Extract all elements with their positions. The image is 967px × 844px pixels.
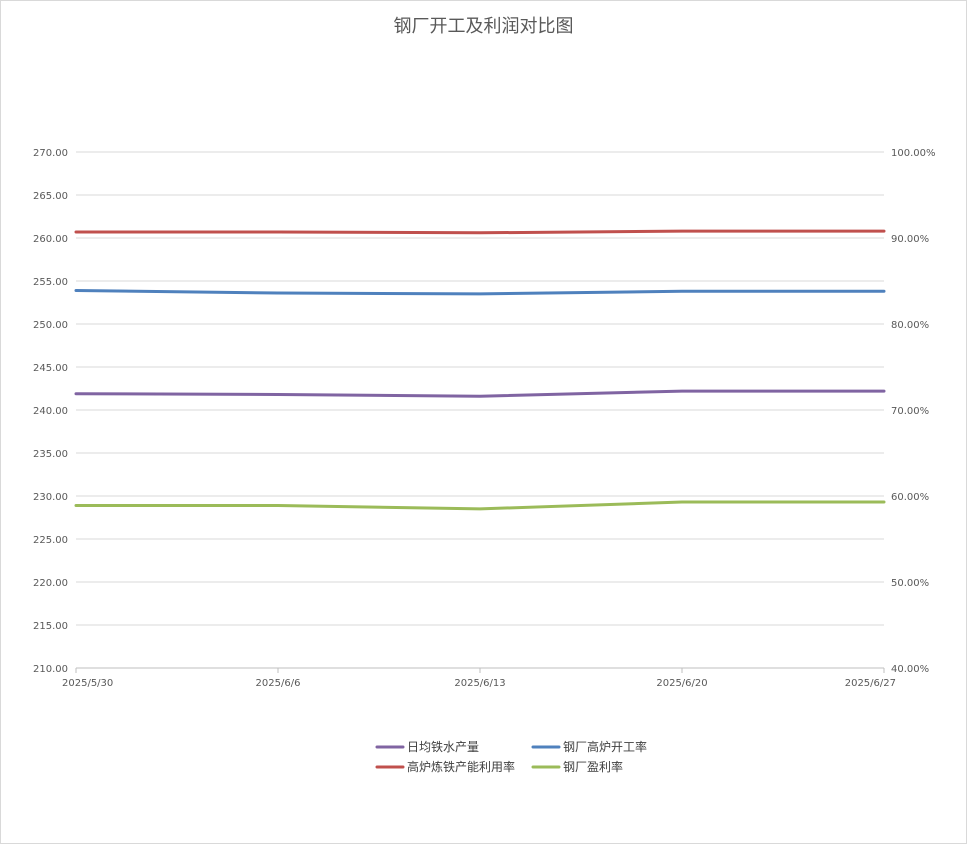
x-tick-label: 2025/6/20 [656,678,707,689]
axes: 210.00 215.00 220.00 225.00 230.00 235.00 240.… [33,148,936,689]
y-left-tick-label: 210.00 [33,664,68,675]
chart-svg: 210.00 215.00 220.00 225.00 230.00 235.00 240.… [33,148,936,774]
legend-label-0: 日均铁水产量 [407,740,479,754]
y-left-tick-label: 235.00 [33,449,68,460]
y-left-tick-label: 230.00 [33,492,68,503]
x-tick-label: 2025/6/6 [256,678,301,689]
y-left-tick-label: 265.00 [33,191,68,202]
series-line-1 [74,289,886,296]
y-left-tick-label: 270.00 [33,148,68,159]
y-right-tick-label: 90.00% [891,234,929,245]
gridlines [76,151,884,669]
y-right-tick-label: 80.00% [891,320,929,331]
y-right-tick-label: 50.00% [891,578,929,589]
y-left-tick-label: 240.00 [33,406,68,417]
y-right-tick-label: 100.00% [891,148,936,159]
series-line-2 [74,229,886,235]
y-left-tick-label: 250.00 [33,320,68,331]
legend-label-1: 钢厂高炉开工率 [563,739,647,754]
legend-label-2: 高炉炼铁产能利用率 [407,759,515,774]
x-tick-label: 2025/6/13 [454,678,505,689]
series-lines [74,229,886,511]
legend-label-3: 钢厂盈利率 [563,759,623,774]
y-left-tick-label: 215.00 [33,621,68,632]
series-line-3 [74,500,886,511]
legend: 日均铁水产量 钢厂高炉开工率高炉炼铁产能利用率 钢厂盈利率 [375,739,647,774]
y-right-tick-label: 70.00% [891,406,929,417]
y-left-tick-label: 245.00 [33,363,68,374]
series-line-0 [74,389,886,398]
y-left-tick-label: 260.00 [33,234,68,245]
y-right-tick-label: 40.00% [891,664,929,675]
x-tick-label: 2025/5/30 [62,678,113,689]
y-left-tick-label: 225.00 [33,535,68,546]
y-left-tick-label: 255.00 [33,277,68,288]
y-left-tick-label: 220.00 [33,578,68,589]
x-tick-label: 2025/6/27 [845,678,896,689]
y-right-tick-label: 60.00% [891,492,929,503]
